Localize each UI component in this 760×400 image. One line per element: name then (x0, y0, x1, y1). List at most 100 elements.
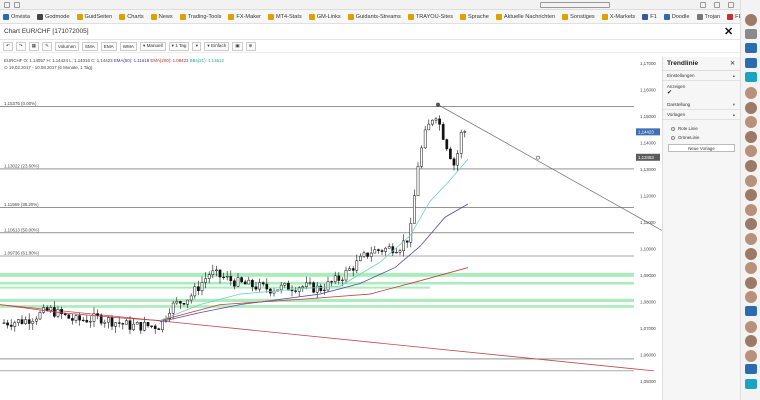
avatar-icon[interactable] (745, 320, 757, 333)
y-tick-label: 1,10000 (640, 247, 656, 252)
toolbar-button[interactable]: ▾ Einfach (204, 41, 230, 51)
toolbar-button[interactable]: ▾ 1 Tag (168, 41, 190, 51)
support-zone (0, 298, 634, 302)
bookmark-item[interactable]: Sprache (460, 13, 489, 20)
menu-icon[interactable] (728, 2, 734, 8)
support-zone (0, 286, 430, 289)
bookmark-item[interactable]: Charts (119, 13, 144, 20)
panel-title-text: Trendlinie (667, 60, 699, 67)
avatar-icon[interactable] (745, 189, 757, 202)
toolbar-button[interactable]: ⊕ (245, 41, 256, 51)
toolbar-button[interactable]: ▾ (192, 41, 202, 51)
app-icon[interactable] (745, 72, 757, 83)
avatar-icon[interactable] (745, 233, 757, 245)
avatar-icon[interactable] (745, 130, 757, 143)
toolbar-button[interactable]: WMA (119, 41, 137, 51)
folder-icon (407, 13, 414, 20)
price-chart[interactable]: 1.15375 (0.00%) 1.13022 (23.60%) 1.11569 (… (0, 53, 662, 400)
toolbar-button[interactable]: ↷ (15, 41, 26, 51)
panel-close-icon[interactable]: ✕ (730, 60, 735, 67)
bookmark-item[interactable]: Guidants-Streams (347, 13, 401, 20)
section-display[interactable]: Darstellung ▾ (663, 100, 740, 110)
app-icon[interactable] (745, 379, 757, 389)
back-icon[interactable] (4, 2, 10, 8)
show-checkbox[interactable]: ✔ (667, 90, 674, 97)
toolbar-button[interactable]: ▦ (28, 41, 40, 51)
bookmark-item[interactable]: Godmode (36, 13, 70, 20)
ema200-value: EMA(200): 1.08423 (150, 58, 189, 63)
candle-body (341, 279, 344, 281)
bookmark-item[interactable]: Doodle (663, 13, 690, 20)
candle-body (236, 277, 240, 287)
avatar-icon[interactable] (745, 291, 757, 304)
download-icon[interactable] (714, 2, 720, 8)
bookmark-item[interactable]: MT4-Stats (267, 13, 302, 20)
app-icon[interactable] (745, 306, 757, 316)
avatar-icon[interactable] (745, 349, 757, 362)
bookmark-item[interactable]: F1 (642, 13, 657, 20)
candle-body (261, 282, 265, 285)
candle-body (17, 319, 20, 323)
toolbar-button[interactable]: SMA (81, 41, 98, 51)
bookmark-item[interactable]: Trading-Tools (179, 13, 221, 20)
avatar-icon[interactable] (745, 262, 757, 275)
section-templates[interactable]: Vorlagen ▴ (663, 110, 740, 120)
toolbar-button[interactable]: ↶ (3, 41, 13, 51)
bookmark-label: Trojan (704, 13, 721, 20)
candle-body (49, 307, 53, 311)
avatar-icon[interactable] (745, 87, 757, 99)
new-template-button[interactable]: Neue Vorlage (668, 144, 735, 152)
avatar-icon[interactable] (745, 116, 757, 129)
chart-area[interactable]: 1.15375 (0.00%) 1.13022 (23.60%) 1.11569 (… (0, 53, 662, 400)
toolbar-button[interactable]: Volumen (54, 41, 79, 51)
radio-icon[interactable] (671, 135, 675, 140)
show-label: Anzeigen (667, 84, 686, 89)
toolbar-button[interactable]: ▣ (232, 41, 243, 51)
forward-icon[interactable] (14, 2, 20, 8)
avatar-icon[interactable] (745, 145, 757, 158)
bookmark-label: GM-Links (316, 13, 341, 20)
template-item[interactable]: GrüneLinie (663, 133, 740, 142)
bookmark-item[interactable]: Sonstiges (562, 13, 595, 20)
candle-body (229, 276, 233, 282)
candle-body (456, 153, 459, 166)
bookmark-item[interactable]: FX-Maker (228, 13, 261, 20)
avatar-icon[interactable] (745, 160, 757, 172)
bookmark-item[interactable]: News (150, 13, 173, 20)
bookmark-item[interactable]: X-Markets (601, 13, 635, 20)
avatar-icon[interactable] (745, 247, 757, 260)
app-icon[interactable] (745, 43, 757, 54)
candle-body (215, 269, 218, 272)
section-settings[interactable]: Einstellungen ▴ (663, 71, 740, 81)
bookmark-item[interactable]: Onvista (3, 13, 30, 20)
fibonacci-label: 1.09736 (61.80%) (4, 251, 39, 256)
bookmark-item[interactable]: Trojan (696, 13, 721, 20)
close-icon[interactable]: ✕ (724, 25, 733, 38)
bookmark-item[interactable]: TRAYOU-Sites (407, 13, 453, 20)
folder-icon (495, 13, 502, 20)
app-icon[interactable] (745, 57, 757, 68)
app-icon[interactable] (745, 28, 757, 39)
toolbar-button[interactable]: EMA (100, 41, 117, 51)
avatar-icon[interactable] (745, 335, 757, 348)
avatar-icon[interactable] (745, 174, 757, 187)
avatar-icon[interactable] (745, 14, 757, 26)
avatar-icon[interactable] (745, 101, 757, 114)
toolbar-button[interactable]: ✎ (42, 41, 52, 51)
avatar-icon[interactable] (745, 276, 757, 289)
radio-icon[interactable] (671, 126, 675, 131)
avatar-icon[interactable] (745, 218, 757, 231)
bookmark-item[interactable]: FED (727, 13, 740, 20)
candle-body (121, 323, 125, 325)
avatar-icon[interactable] (745, 203, 757, 216)
template-item[interactable]: Rote Linie (663, 124, 740, 133)
candle-body (445, 139, 449, 150)
toolbar-button[interactable]: ▾ Manuell (139, 41, 166, 51)
bookmark-item[interactable]: Aktuelle Nachrichten (495, 13, 555, 20)
ema50-value: EMA(50): 1.11618 (113, 58, 150, 63)
bookmark-item[interactable]: GM-Links (308, 13, 341, 20)
star-icon[interactable] (700, 2, 706, 8)
bookmark-item[interactable]: GuidSeiten (76, 13, 112, 20)
app-icon[interactable] (745, 364, 757, 375)
search-input[interactable] (540, 2, 610, 8)
